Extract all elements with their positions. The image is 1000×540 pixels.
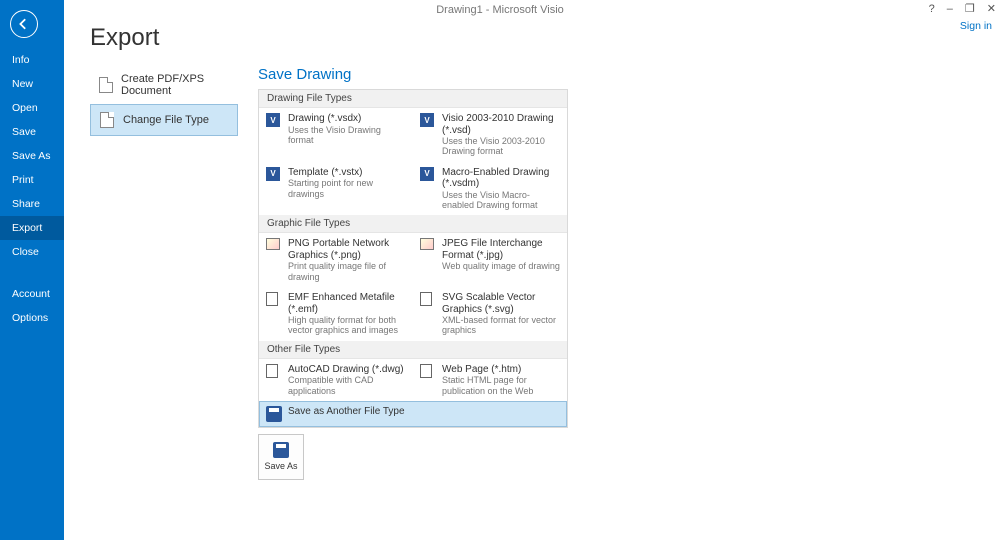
file-types-panel: Drawing File TypesVDrawing (*.vsdx)Uses … bbox=[258, 89, 568, 428]
visio-icon: V bbox=[420, 113, 436, 129]
file-type-text: Save as Another File Type bbox=[288, 406, 405, 422]
sidebar-item-open[interactable]: Open bbox=[0, 96, 64, 120]
file-type-desc: Compatible with CAD applications bbox=[288, 375, 406, 396]
document-icon bbox=[99, 111, 115, 129]
save-icon bbox=[273, 442, 289, 458]
sidebar-nav: InfoNewOpenSaveSave AsPrintShareExportCl… bbox=[0, 48, 64, 264]
sidebar-item-save[interactable]: Save bbox=[0, 120, 64, 144]
file-type-desc: Starting point for new drawings bbox=[288, 178, 406, 199]
visio-icon: V bbox=[266, 167, 282, 183]
page-icon bbox=[266, 364, 282, 380]
file-type-name: SVG Scalable Vector Graphics (*.svg) bbox=[442, 292, 560, 315]
back-arrow-icon bbox=[18, 18, 30, 30]
group-header: Graphic File Types bbox=[259, 215, 567, 233]
group-body: AutoCAD Drawing (*.dwg)Compatible with C… bbox=[259, 359, 567, 427]
file-type-desc: High quality format for both vector grap… bbox=[288, 315, 406, 336]
file-type-text: PNG Portable Network Graphics (*.png)Pri… bbox=[288, 238, 406, 282]
group-body: V Drawing (*.vsdx)Uses the Visio Drawing … bbox=[259, 108, 567, 215]
save-icon bbox=[266, 406, 282, 422]
file-type-text: Visio 2003-2010 Drawing (*.vsd)Uses the … bbox=[442, 113, 560, 157]
sidebar-item-print[interactable]: Print bbox=[0, 168, 64, 192]
file-type-item[interactable]: PNG Portable Network Graphics (*.png)Pri… bbox=[259, 233, 413, 287]
backstage-sidebar: InfoNewOpenSaveSave AsPrintShareExportCl… bbox=[0, 0, 64, 540]
save-as-label: Save As bbox=[264, 461, 297, 471]
visio-icon: V bbox=[266, 113, 282, 129]
file-type-item[interactable]: SVG Scalable Vector Graphics (*.svg)XML-… bbox=[413, 287, 567, 341]
file-type-desc: Uses the Visio 2003-2010 Drawing format bbox=[442, 136, 560, 157]
file-type-desc: Uses the Visio Drawing format bbox=[288, 125, 406, 146]
sidebar-item-close[interactable]: Close bbox=[0, 240, 64, 264]
export-option[interactable]: Change File Type bbox=[90, 104, 238, 136]
group-header: Other File Types bbox=[259, 341, 567, 359]
sidebar-item-account[interactable]: Account bbox=[0, 282, 64, 306]
file-type-name: Visio 2003-2010 Drawing (*.vsd) bbox=[442, 113, 560, 136]
img-icon bbox=[266, 238, 282, 254]
file-type-name: Template (*.vstx) bbox=[288, 167, 406, 179]
file-type-text: JPEG File Interchange Format (*.jpg)Web … bbox=[442, 238, 560, 282]
file-type-desc: Print quality image file of drawing bbox=[288, 261, 406, 282]
file-type-name: JPEG File Interchange Format (*.jpg) bbox=[442, 238, 560, 261]
sidebar-item-options[interactable]: Options bbox=[0, 306, 64, 330]
file-type-desc: Uses the Visio Macro-enabled Drawing for… bbox=[442, 190, 560, 211]
img-icon bbox=[420, 238, 436, 254]
file-type-text: Template (*.vstx)Starting point for new … bbox=[288, 167, 406, 211]
file-type-desc: Web quality image of drawing bbox=[442, 261, 560, 271]
file-type-name: Web Page (*.htm) bbox=[442, 364, 560, 376]
sidebar-item-new[interactable]: New bbox=[0, 72, 64, 96]
file-type-item[interactable]: Save as Another File Type bbox=[259, 401, 567, 427]
page-icon bbox=[266, 292, 282, 308]
export-options-column: Create PDF/XPS Document Change File Type bbox=[90, 66, 238, 480]
main-area: Export Create PDF/XPS Document Change Fil… bbox=[64, 0, 1000, 540]
export-detail-column: Save Drawing Drawing File Types V Drawing … bbox=[258, 66, 568, 480]
file-type-text: AutoCAD Drawing (*.dwg)Compatible with C… bbox=[288, 364, 406, 396]
back-button[interactable] bbox=[10, 10, 38, 38]
export-option-label: Create PDF/XPS Document bbox=[121, 73, 229, 97]
file-type-text: Web Page (*.htm)Static HTML page for pub… bbox=[442, 364, 560, 396]
sidebar-item-save-as[interactable]: Save As bbox=[0, 144, 64, 168]
sidebar-item-share[interactable]: Share bbox=[0, 192, 64, 216]
file-type-name: Drawing (*.vsdx) bbox=[288, 113, 406, 125]
file-type-text: Macro-Enabled Drawing (*.vsdm)Uses the V… bbox=[442, 167, 560, 211]
sidebar-item-info[interactable]: Info bbox=[0, 48, 64, 72]
file-type-name: Save as Another File Type bbox=[288, 406, 405, 418]
group-body: PNG Portable Network Graphics (*.png)Pri… bbox=[259, 233, 567, 340]
file-type-text: SVG Scalable Vector Graphics (*.svg)XML-… bbox=[442, 292, 560, 336]
file-type-text: EMF Enhanced Metafile (*.emf)High qualit… bbox=[288, 292, 406, 336]
file-type-name: EMF Enhanced Metafile (*.emf) bbox=[288, 292, 406, 315]
file-type-desc: Static HTML page for publication on the … bbox=[442, 375, 560, 396]
section-title: Save Drawing bbox=[258, 66, 568, 83]
file-type-item[interactable]: EMF Enhanced Metafile (*.emf)High qualit… bbox=[259, 287, 413, 341]
document-icon bbox=[99, 76, 113, 94]
file-type-item[interactable]: V Template (*.vstx)Starting point for new… bbox=[259, 162, 413, 216]
file-type-item[interactable]: JPEG File Interchange Format (*.jpg)Web … bbox=[413, 233, 567, 287]
file-type-desc: XML-based format for vector graphics bbox=[442, 315, 560, 336]
file-type-name: Macro-Enabled Drawing (*.vsdm) bbox=[442, 167, 560, 190]
file-type-name: PNG Portable Network Graphics (*.png) bbox=[288, 238, 406, 261]
export-option-label: Change File Type bbox=[123, 114, 209, 126]
file-type-item[interactable]: Web Page (*.htm)Static HTML page for pub… bbox=[413, 359, 567, 401]
export-option[interactable]: Create PDF/XPS Document bbox=[90, 66, 238, 104]
file-type-item[interactable]: V Visio 2003-2010 Drawing (*.vsd)Uses the… bbox=[413, 108, 567, 162]
sidebar-nav-bottom: AccountOptions bbox=[0, 282, 64, 330]
page-icon bbox=[420, 292, 436, 308]
save-as-button[interactable]: Save As bbox=[258, 434, 304, 480]
sidebar-item-export[interactable]: Export bbox=[0, 216, 64, 240]
page-title: Export bbox=[90, 24, 974, 52]
file-type-item[interactable]: AutoCAD Drawing (*.dwg)Compatible with C… bbox=[259, 359, 413, 401]
file-type-item[interactable]: V Drawing (*.vsdx)Uses the Visio Drawing … bbox=[259, 108, 413, 162]
file-type-item[interactable]: V Macro-Enabled Drawing (*.vsdm)Uses the … bbox=[413, 162, 567, 216]
visio-icon: V bbox=[420, 167, 436, 183]
page-icon bbox=[420, 364, 436, 380]
file-type-text: Drawing (*.vsdx)Uses the Visio Drawing f… bbox=[288, 113, 406, 157]
file-type-name: AutoCAD Drawing (*.dwg) bbox=[288, 364, 406, 376]
group-header: Drawing File Types bbox=[259, 90, 567, 108]
